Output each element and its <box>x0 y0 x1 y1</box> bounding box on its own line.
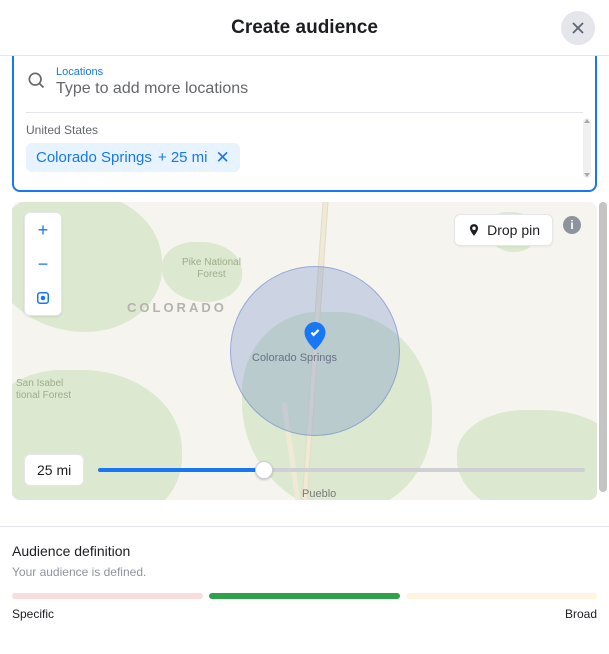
country-label: United States <box>26 123 583 137</box>
radius-slider-row: 25 mi <box>24 454 585 486</box>
audience-title: Audience definition <box>12 543 597 559</box>
radius-value: 25 mi <box>24 454 84 486</box>
drop-pin-button[interactable]: Drop pin <box>454 214 553 246</box>
location-chip[interactable]: Colorado Springs + 25 mi ✕ <box>26 143 240 172</box>
search-icon <box>26 70 46 95</box>
map-label-state: COLORADO <box>127 300 227 315</box>
meter-label-specific: Specific <box>12 607 54 621</box>
map-label-pike: Pike National Forest <box>182 257 241 281</box>
locate-me-button[interactable] <box>25 281 61 315</box>
audience-meter <box>12 593 597 599</box>
meter-label-broad: Broad <box>565 607 597 621</box>
chip-remove-icon[interactable]: ✕ <box>216 149 230 166</box>
locations-field-label: Locations <box>56 66 583 78</box>
map-pin-icon[interactable] <box>304 322 326 350</box>
dialog-title: Create audience <box>231 17 378 39</box>
close-button[interactable] <box>561 11 595 45</box>
panel-scrollbar[interactable] <box>583 118 591 178</box>
close-icon <box>568 18 588 38</box>
audience-subtitle: Your audience is defined. <box>12 565 597 579</box>
locations-input[interactable] <box>56 80 583 98</box>
chip-radius: + 25 mi <box>158 149 208 166</box>
drop-pin-label: Drop pin <box>487 222 540 238</box>
map-label-sanisabel: San Isabel tional Forest <box>16 378 71 402</box>
divider <box>26 112 583 113</box>
zoom-in-button[interactable]: + <box>25 213 61 247</box>
audience-definition-section: Audience definition Your audience is def… <box>0 526 609 621</box>
map-zoom-controls: + − <box>24 212 62 316</box>
zoom-out-button[interactable]: − <box>25 247 61 281</box>
radius-circle <box>230 266 400 436</box>
chip-city: Colorado Springs <box>36 149 152 166</box>
info-icon[interactable]: i <box>563 216 581 234</box>
radius-slider[interactable] <box>98 461 585 479</box>
slider-thumb[interactable] <box>255 461 273 479</box>
page-scrollbar[interactable] <box>599 202 607 492</box>
dialog-header: Create audience <box>0 0 609 56</box>
locations-panel: Locations United States Colorado Springs… <box>12 56 597 192</box>
map-container[interactable]: Pike National Forest COLORADO San Isabel… <box>12 202 597 500</box>
locate-icon <box>34 289 52 307</box>
map-label-pueblo: Pueblo <box>302 488 336 500</box>
pin-icon <box>467 223 481 237</box>
